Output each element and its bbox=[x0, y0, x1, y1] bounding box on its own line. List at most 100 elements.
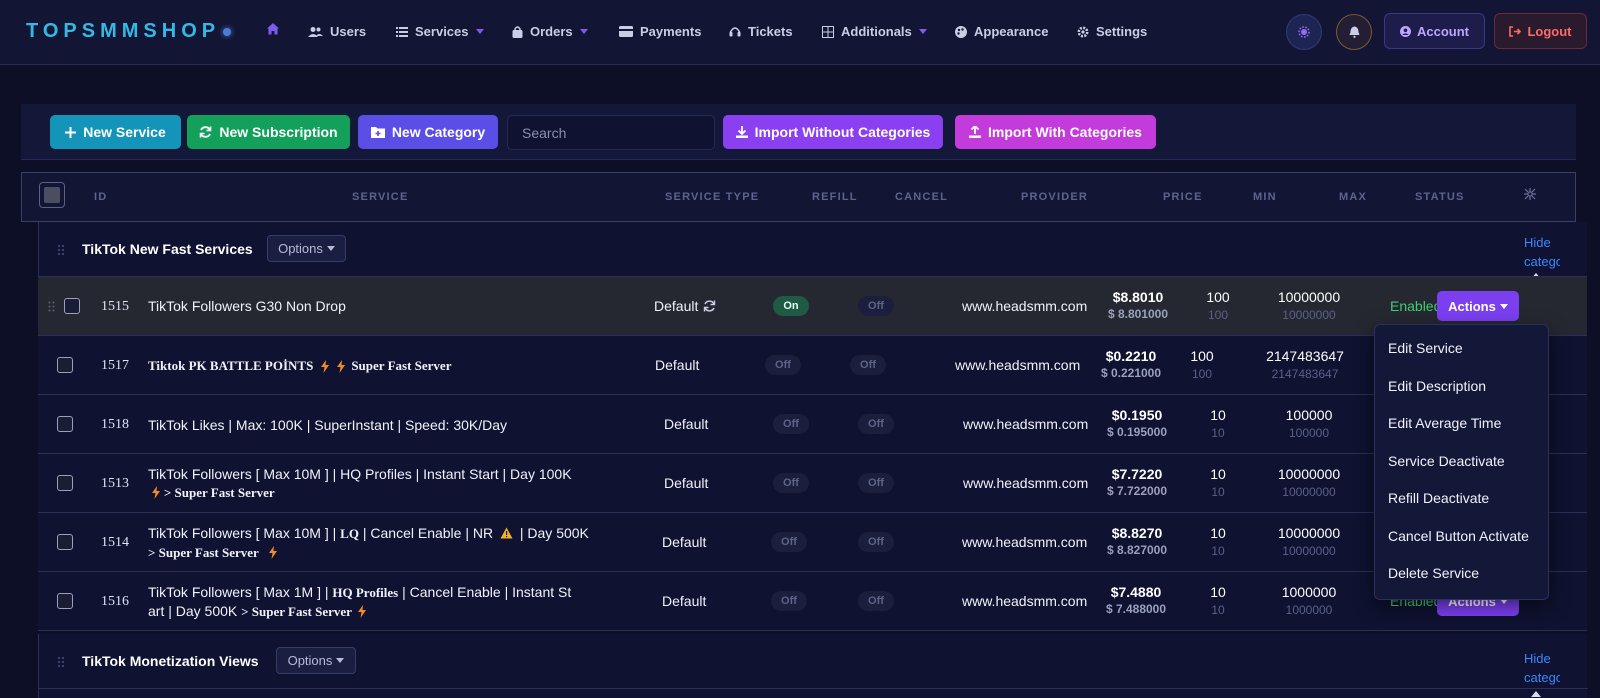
actions-label: Actions bbox=[1448, 298, 1496, 314]
import-with-categories-button[interactable]: Import With Categories bbox=[955, 115, 1156, 149]
drag-handle-icon[interactable] bbox=[57, 244, 65, 256]
max-cell: 10000000 10000000 bbox=[1259, 466, 1359, 499]
options-label: Options bbox=[287, 653, 333, 668]
max-raw: 10000000 bbox=[1282, 308, 1336, 322]
row-checkbox[interactable] bbox=[57, 534, 73, 550]
menu-item-edit-description[interactable]: Edit Description bbox=[1388, 378, 1486, 394]
menu-item-cancel-button-activate[interactable]: Cancel Button Activate bbox=[1388, 528, 1529, 544]
row-checkbox[interactable] bbox=[57, 593, 73, 609]
service-name-text: Tiktok PK BATTLE POİNTS bbox=[148, 358, 314, 373]
nav-additionals[interactable]: Additionals bbox=[822, 24, 927, 39]
category-header: TikTok Monetization Views Options Hide c… bbox=[38, 634, 1588, 698]
hide-category-link[interactable]: Hide category bbox=[1524, 233, 1560, 269]
max-raw: 1000000 bbox=[1285, 603, 1333, 617]
refill-toggle[interactable]: Off bbox=[773, 473, 809, 493]
refill-toggle[interactable]: Off bbox=[765, 355, 801, 375]
sync-icon bbox=[200, 126, 212, 138]
download-icon bbox=[735, 126, 748, 138]
column-header-price[interactable]: PRICE bbox=[1163, 191, 1203, 203]
nav-tickets-label: Tickets bbox=[748, 24, 793, 39]
column-header-refill[interactable]: REFILL bbox=[812, 191, 858, 203]
category-title: TikTok Monetization Views bbox=[82, 653, 259, 669]
nav-payments[interactable]: Payments bbox=[619, 24, 701, 39]
actions-button[interactable]: Actions bbox=[1437, 291, 1519, 321]
menu-item-refill-deactivate[interactable]: Refill Deactivate bbox=[1388, 490, 1489, 506]
nav-orders[interactable]: Orders bbox=[512, 24, 588, 39]
theme-toggle-button[interactable] bbox=[1286, 14, 1322, 50]
chevron-down-icon bbox=[475, 29, 484, 34]
row-checkbox[interactable] bbox=[64, 298, 80, 314]
select-all-checkbox[interactable] bbox=[39, 182, 65, 208]
menu-item-delete-service[interactable]: Delete Service bbox=[1388, 565, 1479, 581]
lightning-icon bbox=[357, 605, 366, 618]
refill-toggle[interactable]: Off bbox=[771, 591, 807, 611]
column-header-service-type[interactable]: SERVICE TYPE bbox=[665, 191, 759, 203]
category-options-button[interactable]: Options bbox=[267, 235, 346, 262]
cancel-toggle[interactable]: Off bbox=[850, 355, 886, 375]
cancel-toggle[interactable]: Off bbox=[858, 532, 894, 552]
max-value: 10000000 bbox=[1277, 466, 1341, 482]
actions-dropdown-menu: Edit Service Edit Description Edit Avera… bbox=[1374, 324, 1549, 600]
row-checkbox[interactable] bbox=[57, 475, 73, 491]
nav-users[interactable]: Users bbox=[308, 24, 366, 39]
collapse-up-icon[interactable] bbox=[1531, 691, 1541, 697]
gear-icon bbox=[1077, 26, 1089, 37]
chevron-down-icon bbox=[918, 29, 927, 34]
min-value: 10 bbox=[1210, 525, 1226, 541]
new-subscription-button[interactable]: New Subscription bbox=[187, 115, 350, 149]
table-row: 1517 Tiktok PK BATTLE POİNTS Super Fast … bbox=[38, 335, 1587, 394]
column-header-status[interactable]: STATUS bbox=[1415, 191, 1465, 203]
logout-button[interactable]: Logout bbox=[1494, 13, 1587, 49]
column-header-min[interactable]: MIN bbox=[1253, 191, 1277, 203]
logout-label: Logout bbox=[1527, 23, 1572, 39]
refill-toggle[interactable]: On bbox=[773, 296, 809, 316]
nav-settings[interactable]: Settings bbox=[1077, 24, 1147, 39]
drag-handle-icon[interactable] bbox=[48, 301, 55, 312]
notifications-button[interactable] bbox=[1336, 14, 1372, 50]
min-cell: 10 10 bbox=[1168, 407, 1268, 440]
nav-tickets[interactable]: Tickets bbox=[729, 24, 793, 39]
search-input[interactable] bbox=[507, 115, 715, 150]
min-raw: 10 bbox=[1211, 603, 1225, 617]
column-header-service[interactable]: SERVICE bbox=[352, 191, 409, 203]
refill-toggle[interactable]: Off bbox=[773, 414, 809, 434]
service-type: Default bbox=[655, 357, 700, 373]
cancel-toggle[interactable]: Off bbox=[858, 296, 894, 316]
menu-item-edit-service[interactable]: Edit Service bbox=[1388, 340, 1463, 356]
lightning-icon bbox=[268, 546, 277, 559]
service-type: Default bbox=[664, 416, 709, 432]
nav-appearance[interactable]: Appearance bbox=[955, 24, 1048, 39]
users-icon bbox=[308, 26, 323, 37]
menu-item-edit-average-time[interactable]: Edit Average Time bbox=[1388, 415, 1501, 431]
import-without-categories-button[interactable]: Import Without Categories bbox=[723, 115, 943, 149]
column-header-provider[interactable]: PROVIDER bbox=[1021, 191, 1088, 203]
refill-toggle[interactable]: Off bbox=[771, 532, 807, 552]
cancel-toggle[interactable]: Off bbox=[858, 414, 894, 434]
cancel-toggle[interactable]: Off bbox=[858, 591, 894, 611]
brand-logo[interactable]: TOPSMMSHOP bbox=[26, 20, 232, 43]
menu-item-service-deactivate[interactable]: Service Deactivate bbox=[1388, 453, 1505, 469]
lightning-icon bbox=[152, 486, 160, 499]
row-checkbox[interactable] bbox=[57, 357, 73, 373]
drag-handle-icon[interactable] bbox=[57, 656, 65, 668]
new-service-button[interactable]: New Service bbox=[50, 115, 181, 149]
column-header-id[interactable]: ID bbox=[94, 191, 107, 203]
hide-category-link[interactable]: Hide category bbox=[1524, 649, 1560, 685]
status-badge: Enabled bbox=[1390, 298, 1442, 314]
cancel-toggle[interactable]: Off bbox=[858, 473, 894, 493]
account-button[interactable]: Account bbox=[1384, 13, 1485, 49]
table-row: 1513 TikTok Followers [ Max 10M ] | HQ P… bbox=[38, 453, 1587, 512]
service-name: TikTok Followers [ Max 10M ] | LQ | Canc… bbox=[148, 524, 589, 562]
nav-services[interactable]: Services bbox=[396, 24, 484, 39]
provider-name: www.headsmm.com bbox=[955, 357, 1081, 373]
column-settings-icon[interactable] bbox=[1524, 188, 1536, 200]
row-checkbox[interactable] bbox=[57, 416, 73, 432]
column-header-cancel[interactable]: CANCEL bbox=[895, 191, 948, 203]
column-header-max[interactable]: MAX bbox=[1339, 191, 1367, 203]
category-options-button[interactable]: Options bbox=[276, 647, 356, 674]
sun-icon bbox=[1298, 26, 1310, 38]
min-raw: 100 bbox=[1207, 308, 1229, 322]
new-category-button[interactable]: New Category bbox=[358, 115, 498, 149]
nav-appearance-label: Appearance bbox=[974, 24, 1049, 39]
home-icon[interactable] bbox=[266, 22, 280, 36]
